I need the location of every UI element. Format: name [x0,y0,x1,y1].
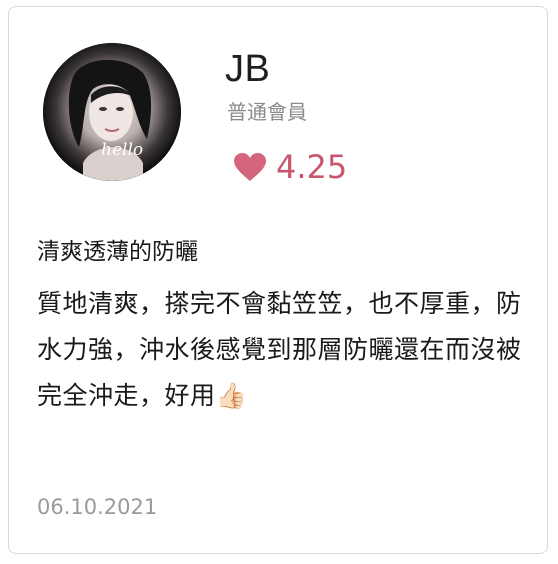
avatar-photo: hello [43,43,181,181]
review-body: 質地清爽，搽完不會黏笠笠，也不厚重，防水力強，沖水後感覺到那層防曬還在而沒被完全… [37,289,522,410]
user-name: JB [225,48,271,90]
rating: 4.25 [233,145,347,189]
review-date: 06.10.2021 [37,495,158,519]
avatar: hello [43,43,181,181]
review-card: hello JB 普通會員 4.25 清爽透薄的防曬 質地清爽，搽完不會黏笠笠，… [8,6,548,554]
member-level: 普通會員 [227,100,307,124]
avatar-script-text: hello [101,140,143,160]
review-title: 清爽透薄的防曬 [37,239,198,265]
heart-icon [234,153,266,181]
rating-value: 4.25 [276,148,348,186]
